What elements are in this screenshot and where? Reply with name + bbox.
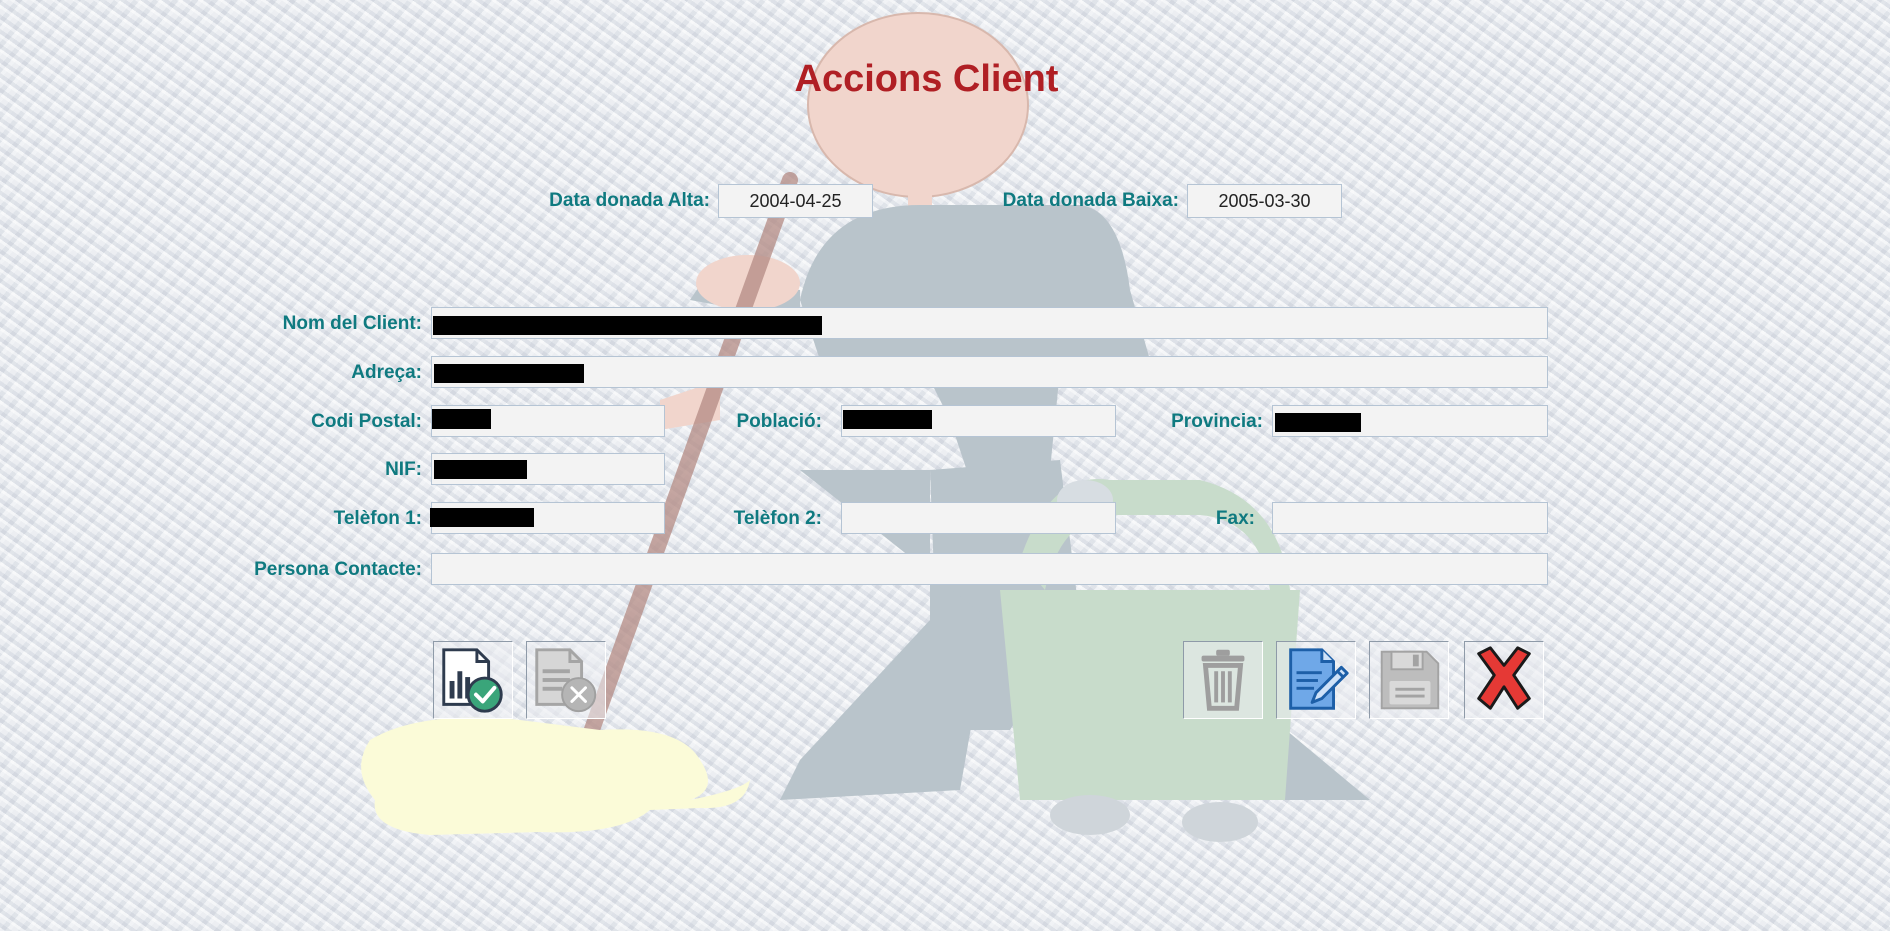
fax-field[interactable] [1272, 502, 1548, 534]
baixa-date-label: Data donada Baixa: [1002, 190, 1179, 211]
report-approve-icon [442, 648, 503, 713]
approve-report-button[interactable] [433, 641, 513, 719]
close-button[interactable] [1464, 641, 1544, 719]
redacted-nif [434, 460, 527, 479]
redacted-postal-code [432, 409, 491, 429]
client-name-label: Nom del Client: [282, 313, 422, 334]
province-label: Provincia: [1171, 411, 1263, 432]
phone2-label: Telèfon 2: [733, 508, 822, 529]
address-label: Adreça: [351, 362, 422, 383]
save-icon [1380, 650, 1440, 710]
phone2-field[interactable] [841, 502, 1116, 534]
fax-label: Fax: [1215, 508, 1255, 529]
report-cancel-icon [535, 648, 597, 713]
postal-code-label: Codi Postal: [311, 411, 422, 432]
page-title: Accions Client [794, 58, 1059, 100]
phone1-label: Telèfon 1: [333, 508, 422, 529]
alta-date-label: Data donada Alta: [549, 190, 710, 211]
redacted-town [843, 410, 932, 429]
close-icon [1477, 646, 1531, 710]
redacted-phone1 [430, 508, 534, 527]
redacted-client-name [433, 316, 822, 335]
delete-button[interactable] [1183, 641, 1263, 719]
address-field[interactable] [431, 356, 1548, 388]
edit-button[interactable] [1276, 641, 1356, 719]
save-button[interactable] [1369, 641, 1449, 719]
contact-person-label: Persona Contacte: [254, 559, 422, 580]
redacted-address [434, 364, 584, 383]
town-label: Població: [736, 411, 822, 432]
alta-date-field[interactable] [718, 184, 873, 218]
cancel-report-button[interactable] [526, 641, 606, 719]
baixa-date-field[interactable] [1187, 184, 1342, 218]
redacted-province [1275, 413, 1361, 432]
trash-icon [1201, 649, 1245, 711]
edit-document-icon [1289, 648, 1349, 710]
nif-label: NIF: [385, 459, 422, 480]
contact-person-field[interactable] [431, 553, 1548, 585]
